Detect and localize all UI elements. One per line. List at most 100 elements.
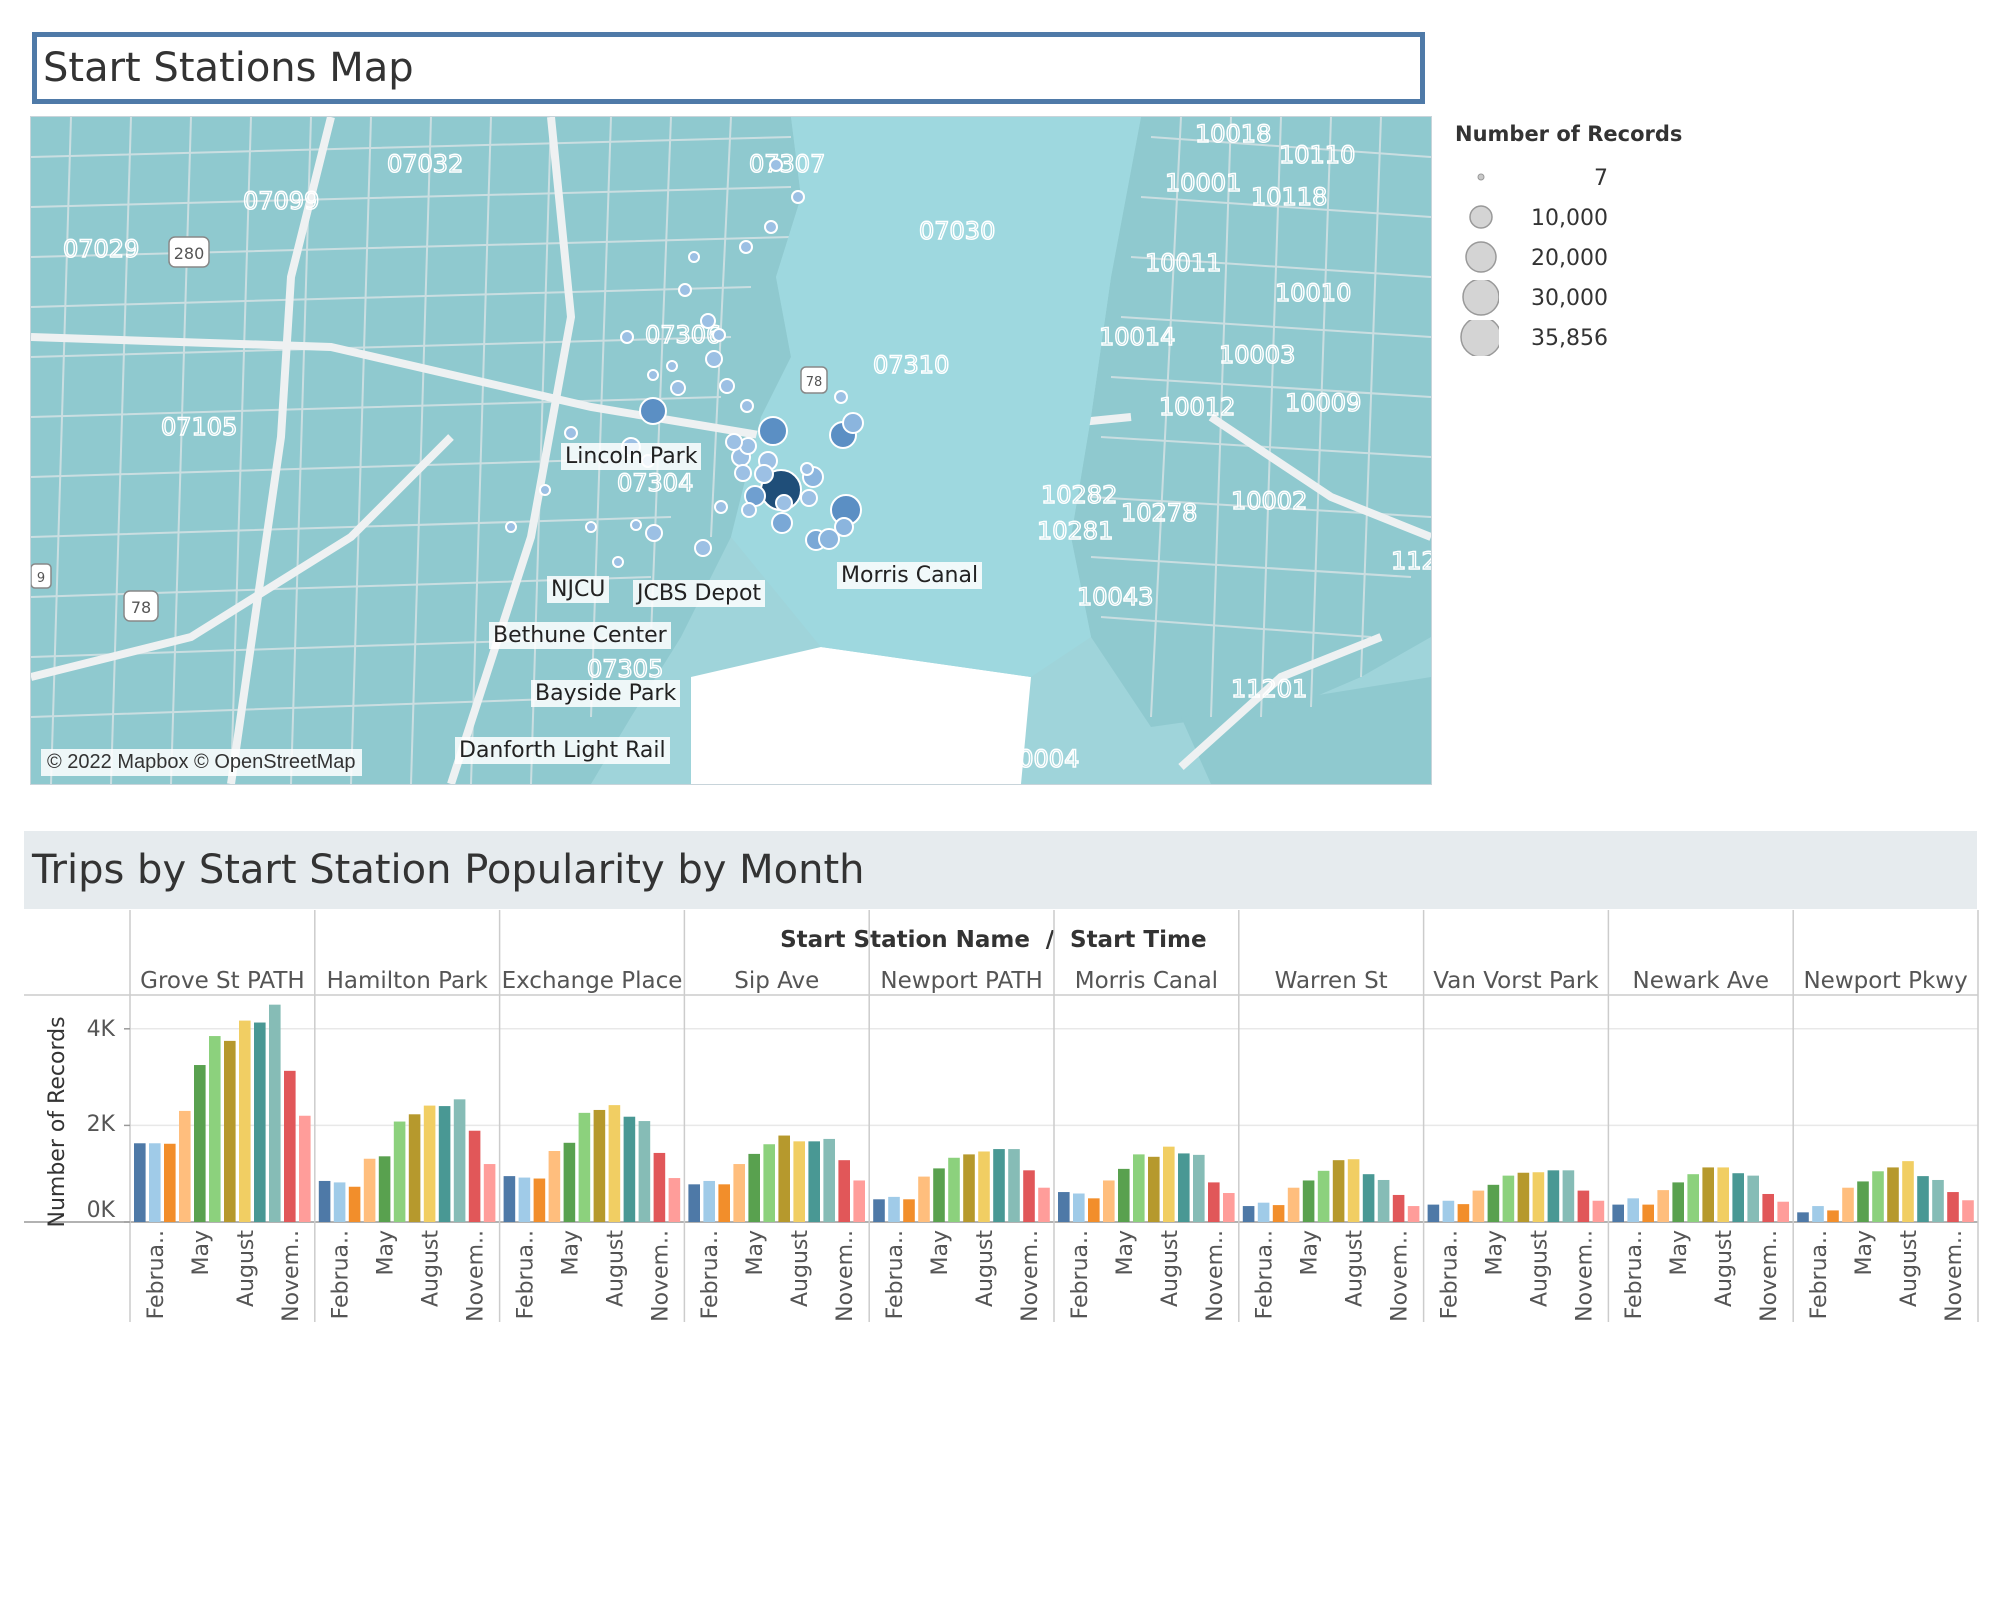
bar[interactable] <box>503 1176 516 1222</box>
bar[interactable] <box>363 1158 376 1222</box>
bar[interactable] <box>1362 1174 1375 1222</box>
station-marker[interactable] <box>505 521 517 533</box>
bar[interactable] <box>1257 1202 1270 1222</box>
bar[interactable] <box>993 1149 1005 1222</box>
bar[interactable] <box>483 1164 496 1222</box>
station-panels[interactable]: Grove St PATHFebrua.. May August Novem..Ham… <box>134 910 1979 1322</box>
bar[interactable] <box>1917 1176 1929 1222</box>
bar[interactable] <box>1332 1160 1345 1222</box>
bar[interactable] <box>1347 1159 1360 1222</box>
bar[interactable] <box>1223 1193 1235 1222</box>
bar[interactable] <box>1797 1212 1809 1222</box>
bar[interactable] <box>438 1106 451 1222</box>
bar[interactable] <box>1178 1153 1190 1222</box>
station-marker[interactable] <box>666 360 678 372</box>
bar[interactable] <box>164 1143 176 1222</box>
bar-chart[interactable]: Start Station Name / Start Time Number o… <box>0 910 2000 1340</box>
bar[interactable] <box>1627 1198 1639 1222</box>
bar[interactable] <box>239 1020 251 1222</box>
station-marker[interactable] <box>647 369 659 381</box>
bar[interactable] <box>1827 1210 1839 1222</box>
station-map[interactable]: 07032 07307 07099 07029 07030 07306 0731… <box>30 116 1432 785</box>
station-marker[interactable] <box>612 556 624 568</box>
bar[interactable] <box>763 1144 775 1222</box>
bar[interactable] <box>1302 1180 1315 1222</box>
bar[interactable] <box>1502 1175 1515 1222</box>
station-panel[interactable]: Exchange Place Februa.. May August Novem.. <box>502 910 686 1322</box>
bar[interactable] <box>1023 1170 1035 1222</box>
bar[interactable] <box>638 1121 651 1222</box>
station-panel[interactable]: Warren St Februa.. May August Novem.. <box>1242 910 1425 1322</box>
station-marker[interactable] <box>694 539 712 557</box>
bar[interactable] <box>733 1164 745 1222</box>
bar[interactable] <box>1857 1181 1869 1222</box>
station-marker[interactable] <box>834 390 848 404</box>
bar[interactable] <box>1887 1167 1899 1222</box>
bar[interactable] <box>653 1152 666 1222</box>
station-marker[interactable] <box>754 464 774 484</box>
bar[interactable] <box>224 1040 236 1222</box>
bar[interactable] <box>333 1182 346 1222</box>
bar[interactable] <box>948 1157 960 1222</box>
bar[interactable] <box>1148 1156 1160 1222</box>
station-marker[interactable] <box>700 313 716 329</box>
station-marker[interactable] <box>725 433 743 451</box>
station-marker[interactable] <box>678 283 692 297</box>
bar[interactable] <box>299 1115 311 1222</box>
station-marker[interactable] <box>741 502 757 518</box>
station-marker[interactable] <box>719 378 735 394</box>
bar[interactable] <box>1038 1187 1050 1222</box>
station-marker[interactable] <box>714 500 728 514</box>
bar[interactable] <box>1732 1173 1744 1222</box>
bar[interactable] <box>623 1116 636 1222</box>
bar[interactable] <box>209 1036 221 1222</box>
bar[interactable] <box>1008 1149 1020 1222</box>
bar[interactable] <box>179 1110 191 1222</box>
bar[interactable] <box>1517 1172 1530 1222</box>
bar[interactable] <box>1762 1193 1774 1222</box>
bar[interactable] <box>1193 1154 1205 1222</box>
bar[interactable] <box>1487 1184 1500 1222</box>
bar[interactable] <box>1702 1167 1714 1222</box>
bar[interactable] <box>1872 1171 1884 1222</box>
bar[interactable] <box>378 1156 391 1222</box>
bar[interactable] <box>1457 1204 1470 1222</box>
bar[interactable] <box>793 1141 805 1222</box>
station-marker[interactable] <box>645 524 663 542</box>
bar[interactable] <box>1317 1170 1330 1222</box>
bar[interactable] <box>1163 1146 1175 1222</box>
bar[interactable] <box>873 1199 885 1222</box>
station-marker[interactable] <box>739 240 753 254</box>
bar[interactable] <box>1133 1154 1145 1222</box>
bar[interactable] <box>578 1112 591 1222</box>
station-marker[interactable] <box>775 494 793 512</box>
map-canvas[interactable]: 07032 07307 07099 07029 07030 07306 0731… <box>31 117 1431 784</box>
bar[interactable] <box>1812 1206 1824 1222</box>
bar[interactable] <box>1118 1168 1130 1222</box>
bar[interactable] <box>1747 1175 1759 1222</box>
bar[interactable] <box>284 1070 296 1222</box>
bar[interactable] <box>838 1160 850 1222</box>
bar[interactable] <box>1392 1194 1405 1222</box>
bar[interactable] <box>823 1138 835 1222</box>
bar[interactable] <box>393 1121 406 1222</box>
bar[interactable] <box>688 1184 700 1222</box>
bar[interactable] <box>1577 1190 1590 1222</box>
station-marker[interactable] <box>712 328 726 342</box>
station-marker[interactable] <box>842 412 864 434</box>
station-marker[interactable] <box>791 190 805 204</box>
station-marker[interactable] <box>758 416 788 446</box>
bar[interactable] <box>1058 1192 1070 1222</box>
bar[interactable] <box>1687 1174 1699 1222</box>
station-marker[interactable] <box>769 158 783 172</box>
bar[interactable] <box>1377 1179 1390 1222</box>
bar[interactable] <box>194 1065 206 1222</box>
bar[interactable] <box>423 1105 436 1222</box>
bar[interactable] <box>1947 1192 1959 1222</box>
station-panel[interactable]: Newport PATH Februa.. May August Novem.. <box>873 910 1055 1322</box>
bar[interactable] <box>778 1135 790 1222</box>
bar[interactable] <box>593 1109 606 1222</box>
bar[interactable] <box>518 1177 531 1222</box>
station-marker[interactable] <box>564 426 578 440</box>
bar[interactable] <box>933 1168 945 1222</box>
